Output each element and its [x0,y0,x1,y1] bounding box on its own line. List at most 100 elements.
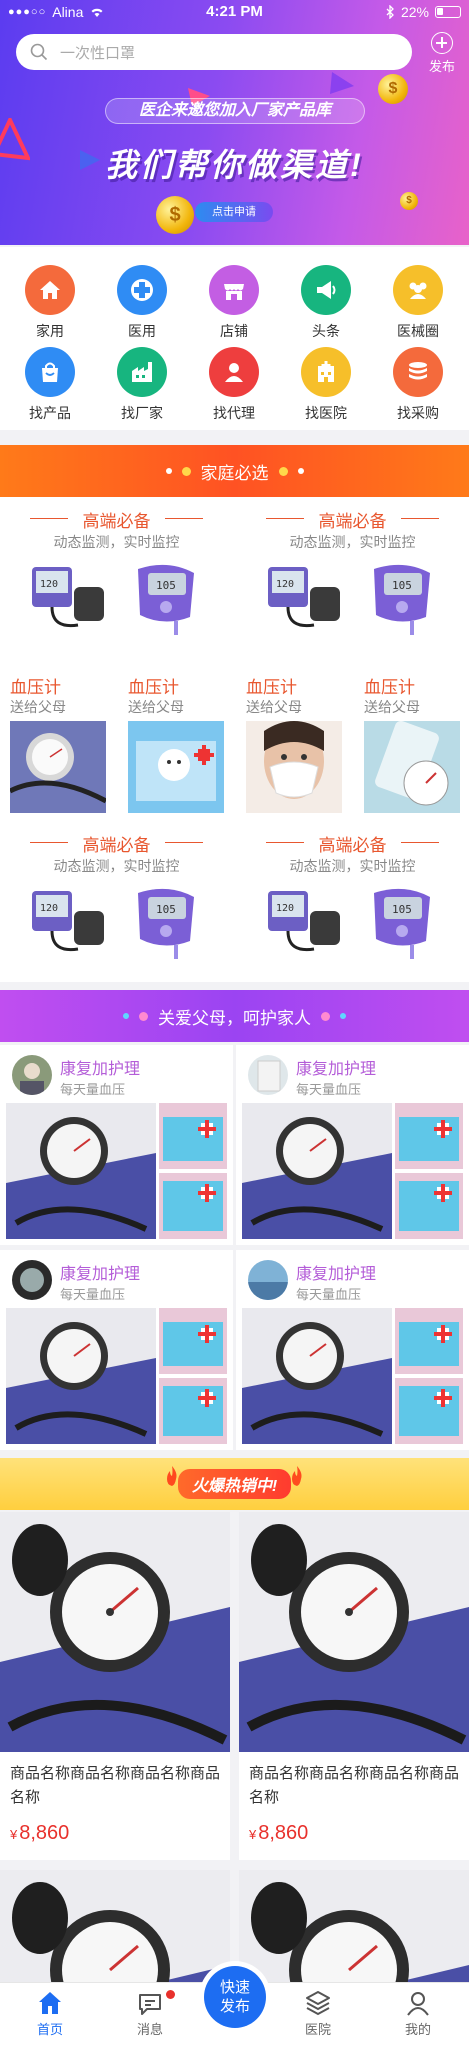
currency-symbol: ¥ [10,1827,18,1842]
category-find-agent[interactable]: 找代理 [189,347,279,423]
highend-card[interactable]: 高端必备 动态监测，实时监控 120 105 [236,821,469,981]
dot-decoration-icon [340,1013,346,1019]
product-image [395,1308,463,1374]
highend-card[interactable]: 高端必备 动态监测，实时监控 120 105 [0,497,233,657]
care-card[interactable]: 康复加护理 每天量血压 [236,1250,469,1450]
glucose-meter-icon: 105 [138,564,194,635]
care-card[interactable]: 康复加护理 每天量血压 [0,1250,233,1450]
product-image [364,721,460,813]
category-label: 找采购 [397,405,439,421]
category-find-purchase[interactable]: 找采购 [373,347,463,423]
product-image [0,1512,230,1752]
category-medical[interactable]: 医用 [97,265,187,341]
tab-label: 医院 [304,2022,331,2037]
care-card[interactable]: 康复加护理 每天量血压 [236,1045,469,1245]
tab-mine[interactable]: 我的 [383,1989,453,2038]
card-subtitle: 送给父母 [10,699,66,715]
care-card[interactable]: 康复加护理 每天量血压 [0,1045,233,1245]
category-label: 找代理 [213,405,255,421]
publish-button[interactable]: 发布 [422,32,462,75]
banner-title: 我们帮你做渠道! [105,147,364,183]
price-value: 8,860 [19,1822,70,1844]
category-grid: 家用 医用 店铺 头条 医械圈 找产品 找厂家 找代理 找医院 找采购 [0,247,469,430]
header-banner: ●●●○○ Alina 4:21 PM 22% 一次性口罩 发布 $ $ $ 医… [0,0,469,245]
section-title: 关爱父母，呵护家人 [158,1008,311,1028]
price-value: 8,860 [258,1822,309,1844]
battery-percent: 22% [400,4,429,20]
product-card[interactable]: 商品名称商品名称商品名称商品名称 ¥8,860 [0,1512,230,1860]
product-price: ¥8,860 [0,1818,230,1860]
category-home[interactable]: 家用 [5,265,95,341]
person-icon [209,347,259,397]
bp-card[interactable]: 血压计 送给父母 [236,659,352,819]
currency-symbol: ¥ [249,1827,257,1842]
product-card[interactable] [0,1870,230,1982]
product-image [246,721,342,813]
bluetooth-icon [386,5,394,19]
product-image [6,1103,156,1239]
card-subtitle: 每天量血压 [296,1287,362,1302]
svg-text:120: 120 [40,579,58,590]
product-image [159,1308,227,1374]
category-find-factory[interactable]: 找厂家 [97,347,187,423]
database-icon [393,347,443,397]
category-headlines[interactable]: 头条 [281,265,371,341]
card-subtitle: 动态监测，实时监控 [289,534,416,550]
home-icon [25,265,75,315]
category-label: 找医院 [305,405,347,421]
dot-decoration-icon [181,466,191,476]
category-store[interactable]: 店铺 [189,265,279,341]
category-label: 医械圈 [397,323,439,339]
blood-pressure-monitor-icon: 120 [268,891,340,952]
bp-card[interactable]: 血压计 送给父母 [354,659,469,819]
highend-card[interactable]: 高端必备 动态监测，实时监控 120 105 [236,497,469,657]
svg-text:120: 120 [276,903,294,914]
avatar [12,1260,52,1300]
svg-text:105: 105 [156,579,176,592]
category-find-hospital[interactable]: 找医院 [281,347,371,423]
product-card[interactable] [239,1870,469,1982]
product-image [395,1173,463,1239]
flame-icon [166,1466,177,1486]
tab-home[interactable]: 首页 [15,1989,85,2038]
search-icon [30,43,48,61]
card-title: 高端必备 [0,831,233,856]
dot-decoration-icon [278,466,288,476]
care-grid: 康复加护理 每天量血压 康复加护理 每天量血压 康复加护理 每天量血压 康复加护… [0,1045,469,1450]
category-find-product[interactable]: 找产品 [5,347,95,423]
hot-title-badge: 火爆热销中! [166,1466,302,1499]
category-circle[interactable]: 医械圈 [373,265,463,341]
glucose-meter-icon: 105 [138,888,194,959]
apply-button[interactable]: 点击申请 [195,202,273,222]
quick-publish-button[interactable]: 快速 发布 [204,1966,266,2028]
triangle-decoration-icon [330,72,354,94]
product-image [159,1103,227,1169]
flame-icon [292,1466,302,1486]
battery-icon [435,6,461,18]
user-icon [407,1992,429,2016]
banner-subtitle: 医企来邀您加入厂家产品库 [105,98,365,124]
product-image [10,721,106,813]
section-title: 家庭必选 [200,463,269,483]
family-section-header: 家庭必选 [0,445,469,497]
bp-card[interactable]: 血压计 送给父母 [0,659,116,819]
search-input[interactable]: 一次性口罩 [16,34,412,70]
tab-label: 首页 [36,2022,63,2037]
medical-cross-icon [117,265,167,315]
card-subtitle: 每天量血压 [296,1082,362,1097]
bp-card[interactable]: 血压计 送给父母 [118,659,234,819]
svg-text:120: 120 [40,903,58,914]
tab-label: 消息 [136,2022,163,2037]
message-badge [166,1990,175,1999]
chat-bubble-icon [139,1994,161,2015]
product-image [242,1103,392,1239]
search-placeholder: 一次性口罩 [60,44,136,62]
blood-pressure-monitor-icon: 120 [268,567,340,628]
highend-card[interactable]: 高端必备 动态监测，实时监控 120 105 [0,821,233,981]
category-label: 找厂家 [121,405,163,421]
product-card[interactable]: 商品名称商品名称商品名称商品名称 ¥8,860 [239,1512,469,1860]
avatar [248,1055,288,1095]
blood-pressure-monitor-icon: 120 [32,567,104,628]
avatar [248,1260,288,1300]
tab-hospital[interactable]: 医院 [283,1989,353,2038]
